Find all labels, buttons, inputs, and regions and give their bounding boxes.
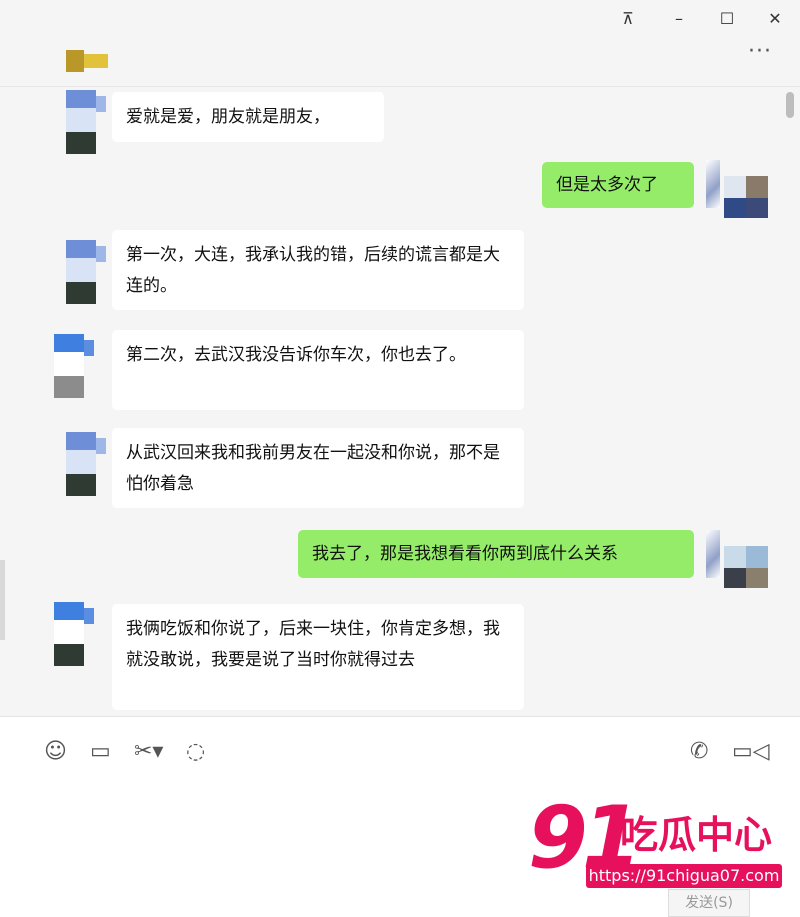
message-bubble-sent[interactable]: 但是太多次了 (542, 162, 694, 208)
maximize-button[interactable]: ☐ (716, 8, 738, 30)
message-bubble-received[interactable]: 爱就是爱，朋友就是朋友， (112, 92, 384, 142)
contact-avatar[interactable] (66, 240, 110, 306)
contact-avatar[interactable] (54, 334, 98, 400)
watermark-name: 吃瓜中心 (620, 813, 773, 857)
contact-avatar[interactable] (54, 602, 98, 668)
message-bubble-received[interactable]: 从武汉回来我和我前男友在一起没和你说，那不是怕你着急 (112, 428, 524, 508)
scroll-edge (0, 560, 5, 640)
contact-avatar[interactable] (66, 90, 110, 156)
scrollbar[interactable] (786, 92, 794, 118)
chat-history-icon[interactable]: ◌ (186, 739, 205, 765)
scissors-icon[interactable]: ✂▾ (134, 739, 163, 765)
my-avatar[interactable] (706, 160, 770, 218)
message-bubble-received[interactable]: 第二次，去武汉我没告诉你车次，你也去了。 (112, 330, 524, 410)
folder-icon[interactable]: ▭ (90, 739, 111, 765)
phone-icon[interactable]: ✆ (690, 739, 708, 765)
close-button[interactable]: ✕ (764, 8, 786, 30)
message-list[interactable]: 爱就是爱，朋友就是朋友， 但是太多次了 第一次，大连，我承认我的错，后续的谎言都… (0, 86, 800, 716)
my-avatar[interactable] (706, 530, 770, 588)
message-bubble-sent[interactable]: 我去了，那是我想看看你两到底什么关系 (298, 530, 694, 578)
chat-window: ⊼ – ☐ ✕ ··· 爱就是爱，朋友就是朋友， 但是太多次了 第一次，大连，我… (0, 0, 800, 917)
minimize-button[interactable]: – (668, 8, 690, 30)
emoji-icon[interactable]: ☺ (44, 739, 67, 765)
message-bubble-received[interactable]: 我俩吃饭和你说了，后来一块住，你肯定多想，我就没敢说，我要是说了当时你就得过去 (112, 604, 524, 710)
more-options-button[interactable]: ··· (748, 41, 778, 66)
video-icon[interactable]: ▭◁ (732, 739, 770, 765)
watermark: 91 吃瓜中心 https://91chigua07.com (528, 790, 788, 900)
title-bar: ⊼ – ☐ ✕ ··· (0, 0, 800, 87)
pin-icon[interactable]: ⊼ (617, 8, 639, 30)
contact-avatar (66, 50, 108, 72)
message-bubble-received[interactable]: 第一次，大连，我承认我的错，后续的谎言都是大连的。 (112, 230, 524, 310)
watermark-url: https://91chigua07.com (586, 864, 782, 888)
contact-avatar[interactable] (66, 432, 110, 498)
